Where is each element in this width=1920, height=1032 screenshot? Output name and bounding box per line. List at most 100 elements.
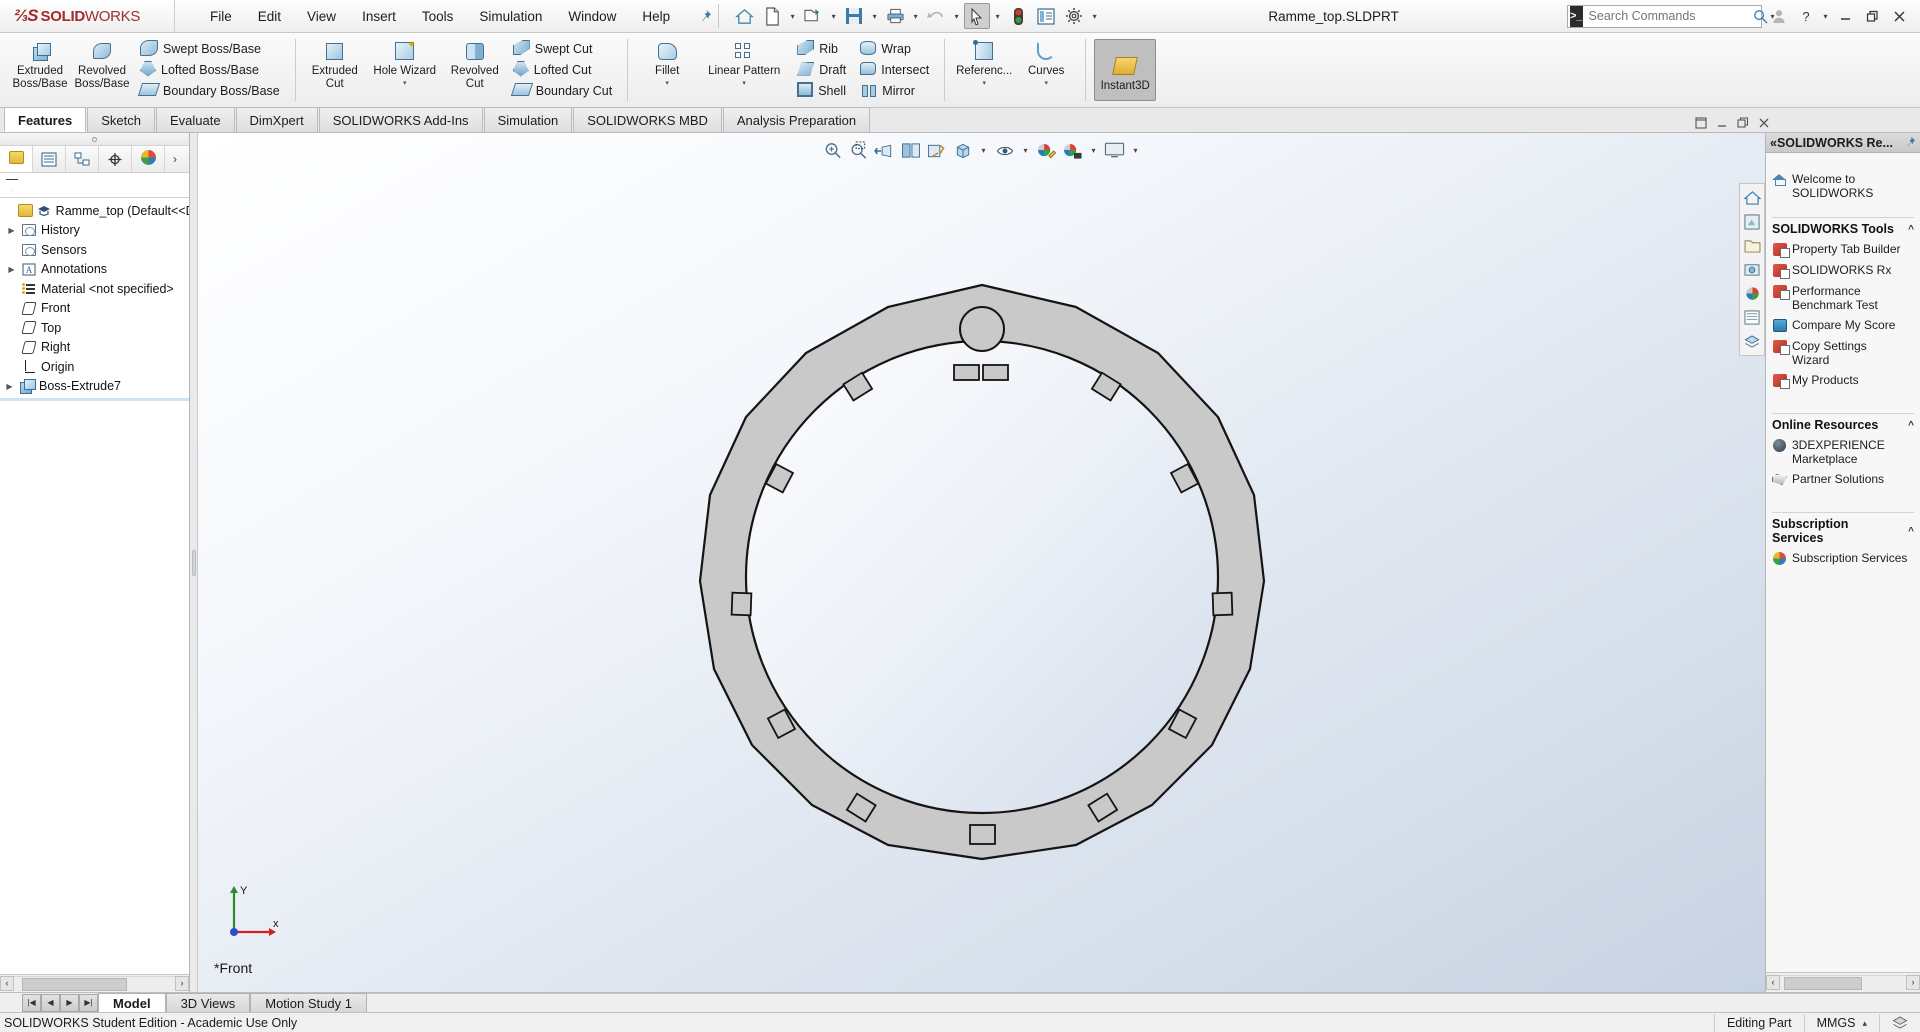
- previous-view-icon[interactable]: [873, 139, 896, 162]
- boundary-cut-button[interactable]: Boundary Cut: [509, 81, 616, 102]
- rebuild-traffic-light-icon[interactable]: [1005, 3, 1031, 29]
- last-tab-icon[interactable]: ▶|: [79, 993, 98, 1012]
- zoom-to-fit-icon[interactable]: [821, 139, 844, 162]
- model-view-icon[interactable]: [1742, 211, 1763, 232]
- help-caret-icon[interactable]: ▾: [1820, 12, 1831, 21]
- property-tab-builder-item[interactable]: Property Tab Builder: [1772, 239, 1914, 260]
- tree-item-front-plane[interactable]: Front: [0, 299, 189, 319]
- curves-dropdown-caret-icon[interactable]: ▾: [1044, 79, 1048, 87]
- close-icon[interactable]: [1886, 1, 1912, 31]
- print-icon[interactable]: [882, 3, 908, 29]
- partner-solutions-item[interactable]: Partner Solutions: [1772, 469, 1914, 490]
- revolved-boss-base-button[interactable]: Revolved Boss/Base: [71, 33, 133, 107]
- expand-arrow-icon[interactable]: ▶: [4, 382, 15, 391]
- display-manager-tab[interactable]: [132, 146, 165, 172]
- scroll-left-icon[interactable]: ‹: [0, 976, 14, 991]
- scroll-thumb[interactable]: [22, 978, 127, 991]
- tree-item-annotations[interactable]: ▶ A Annotations: [0, 260, 189, 280]
- welcome-to-solidworks-item[interactable]: Welcome to SOLIDWORKS: [1772, 169, 1914, 203]
- zoom-to-area-icon[interactable]: [847, 139, 870, 162]
- performance-benchmark-test-item[interactable]: Performance Benchmark Test: [1772, 281, 1914, 315]
- prev-tab-icon[interactable]: ◀: [41, 993, 60, 1012]
- open-folder-icon[interactable]: [800, 3, 826, 29]
- search-input[interactable]: [1584, 9, 1750, 23]
- select-cursor-icon[interactable]: [964, 3, 991, 29]
- tp-scroll-left-icon[interactable]: ‹: [1766, 975, 1780, 990]
- tab-evaluate[interactable]: Evaluate: [155, 107, 235, 132]
- undo-caret-icon[interactable]: ▾: [951, 12, 962, 21]
- solidworks-tools-section-header[interactable]: SOLIDWORKS Tools ^: [1772, 217, 1914, 239]
- home-icon[interactable]: [731, 3, 757, 29]
- maximize-doc-icon[interactable]: [1737, 117, 1749, 129]
- tp-scroll-right-icon[interactable]: ›: [1906, 975, 1920, 990]
- extruded-boss-base-button[interactable]: Extruded Boss/Base: [9, 33, 71, 107]
- curves-button[interactable]: Curves ▾: [1015, 33, 1077, 107]
- select-caret-icon[interactable]: ▾: [992, 12, 1003, 21]
- units-caret-icon[interactable]: ▴: [1862, 1014, 1867, 1032]
- boundary-boss-base-button[interactable]: Boundary Boss/Base: [136, 81, 284, 102]
- restore-down-doc-icon[interactable]: [1695, 117, 1707, 129]
- feature-manager-design-tree-tab[interactable]: [0, 146, 33, 172]
- expand-arrow-icon[interactable]: ▶: [6, 265, 17, 274]
- minimize-doc-icon[interactable]: [1716, 117, 1728, 129]
- display-pane-icon[interactable]: [1742, 307, 1763, 328]
- tab-sketch[interactable]: Sketch: [87, 107, 155, 132]
- pushpin-icon[interactable]: [697, 9, 712, 24]
- tree-item-boss-extrude7[interactable]: ▶ Boss-Extrude7: [0, 377, 189, 397]
- menu-window[interactable]: Window: [555, 0, 629, 33]
- save-icon[interactable]: [841, 3, 867, 29]
- linear-pattern-dropdown-caret-icon[interactable]: ▾: [742, 79, 746, 87]
- layers-icon[interactable]: [1742, 331, 1763, 352]
- chevron-up-icon[interactable]: ^: [1908, 420, 1914, 431]
- task-pane-pushpin-icon[interactable]: [1903, 136, 1916, 149]
- instant3d-button[interactable]: Instant3D: [1094, 39, 1157, 101]
- linear-pattern-button[interactable]: Linear Pattern ▾: [698, 33, 790, 107]
- intersect-button[interactable]: Intersect: [856, 60, 933, 81]
- tab-dimxpert[interactable]: DimXpert: [235, 107, 318, 132]
- undo-icon[interactable]: [923, 3, 949, 29]
- extruded-cut-button[interactable]: Extruded Cut: [304, 33, 366, 107]
- tree-item-history[interactable]: ▶ History: [0, 221, 189, 241]
- display-style-caret-icon[interactable]: ▾: [978, 146, 989, 155]
- display-style-icon[interactable]: [951, 139, 974, 162]
- subscription-services-item[interactable]: Subscription Services: [1772, 548, 1914, 569]
- tree-rollback-bar[interactable]: [0, 398, 189, 401]
- help-button[interactable]: ?: [1793, 1, 1819, 31]
- apply-scene-icon[interactable]: [1061, 139, 1084, 162]
- menu-file[interactable]: File: [197, 0, 245, 33]
- options-caret-icon[interactable]: ▾: [1089, 12, 1100, 21]
- menu-view[interactable]: View: [294, 0, 349, 33]
- status-units[interactable]: MMGS ▴: [1803, 1013, 1879, 1032]
- feature-manager-handle[interactable]: [0, 133, 189, 146]
- dimxpert-manager-tab[interactable]: [99, 146, 132, 172]
- photoview-icon[interactable]: [1742, 259, 1763, 280]
- new-document-icon[interactable]: [759, 3, 785, 29]
- fillet-button[interactable]: Fillet ▾: [636, 33, 698, 107]
- graphics-viewport[interactable]: ▾ ▾ ▾ ▾ Y x *Front: [198, 133, 1765, 992]
- tp-scroll-thumb[interactable]: [1784, 977, 1862, 990]
- menu-insert[interactable]: Insert: [349, 0, 409, 33]
- fillet-dropdown-caret-icon[interactable]: ▾: [665, 79, 669, 87]
- save-caret-icon[interactable]: ▾: [869, 12, 880, 21]
- rib-button[interactable]: Rib: [793, 39, 850, 60]
- panel-splitter[interactable]: [190, 133, 198, 992]
- tab-simulation[interactable]: Simulation: [483, 107, 573, 132]
- lofted-cut-button[interactable]: Lofted Cut: [509, 60, 616, 81]
- scroll-right-icon[interactable]: ›: [175, 976, 189, 991]
- ring-frame-model[interactable]: [672, 277, 1292, 917]
- view-settings-icon[interactable]: [1103, 139, 1126, 162]
- solidworks-rx-item[interactable]: SOLIDWORKS Rx: [1772, 260, 1914, 281]
- task-pane-scrollbar[interactable]: ‹ ›: [1766, 975, 1920, 991]
- compare-my-score-item[interactable]: Compare My Score: [1772, 315, 1914, 336]
- tab-solidworks-add-ins[interactable]: SOLIDWORKS Add-Ins: [318, 107, 483, 132]
- edit-appearance-icon[interactable]: [1035, 139, 1058, 162]
- menu-help[interactable]: Help: [629, 0, 683, 33]
- feature-tree-filter[interactable]: [0, 173, 189, 198]
- bottom-tab-3d-views[interactable]: 3D Views: [165, 993, 251, 1012]
- folder-view-icon[interactable]: [1742, 235, 1763, 256]
- feature-manager-more-caret-icon[interactable]: ›: [165, 146, 185, 172]
- wrap-button[interactable]: Wrap: [856, 39, 933, 60]
- user-account-icon[interactable]: [1766, 1, 1792, 31]
- draft-button[interactable]: Draft: [793, 60, 850, 81]
- tab-solidworks-mbd[interactable]: SOLIDWORKS MBD: [573, 107, 722, 132]
